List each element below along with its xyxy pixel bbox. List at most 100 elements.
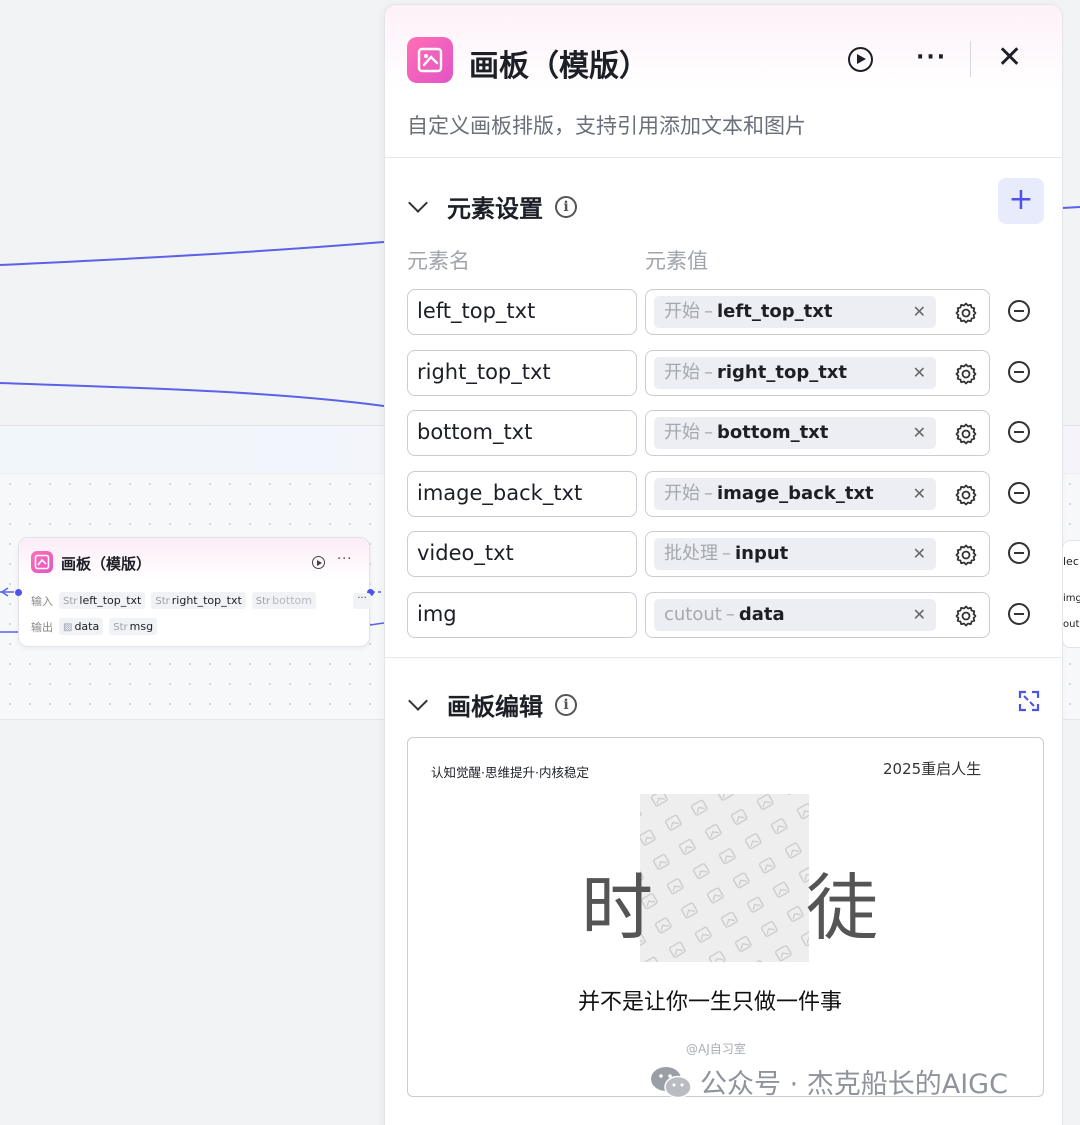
board-big-char-right[interactable]: 徒	[806, 868, 878, 948]
info-circle-icon[interactable]: i	[555, 195, 577, 218]
chevron-down-icon[interactable]	[408, 192, 428, 213]
clear-icon[interactable]: ✕	[913, 417, 926, 449]
clear-icon[interactable]: ✕	[913, 599, 926, 631]
expand-icon[interactable]	[1018, 690, 1040, 712]
image-placeholder[interactable]	[640, 794, 809, 962]
remove-element-button[interactable]	[1008, 481, 1030, 504]
variable-reference-tag[interactable]: cutout – data ✕	[654, 598, 936, 631]
element-name-input[interactable]: bottom_txt	[407, 410, 637, 456]
element-row: video_txt 批处理 – input ✕	[407, 531, 1047, 577]
node-title: 画板（模版）	[61, 555, 152, 573]
wechat-watermark: 公众号 · 杰克船长的AIGC	[650, 1062, 1008, 1101]
board-node-icon	[407, 37, 453, 83]
variable-source: 开始	[664, 482, 700, 504]
node-inputs-row: 输入 Str left_top_txt Str right_top_txt Str b…	[31, 592, 316, 609]
node-input-chip: Str left_top_txt	[59, 592, 146, 609]
variable-name: data	[738, 603, 785, 625]
add-element-button[interactable]: +	[998, 178, 1044, 224]
board-bottom-text[interactable]: 并不是让你一生只做一件事	[578, 984, 842, 1016]
input-port[interactable]	[15, 589, 22, 596]
node-settings-panel: 画板（模版） ··· ✕ 自定义画板排版，支持引用添加文本和图片 元素设置 i …	[384, 4, 1063, 1125]
variable-reference-tag[interactable]: 批处理 – input ✕	[654, 538, 936, 570]
section-title: 画板编辑	[447, 693, 543, 721]
variable-name: image_back_txt	[717, 482, 874, 504]
element-value-field[interactable]: 开始 – left_top_txt ✕	[645, 289, 990, 335]
gear-icon[interactable]	[954, 604, 978, 632]
remove-element-button[interactable]	[1008, 421, 1030, 443]
run-icon[interactable]	[312, 556, 325, 569]
element-name-input[interactable]: left_top_txt	[407, 289, 637, 335]
remove-element-button[interactable]	[1008, 542, 1030, 564]
image-placeholder-pattern	[640, 794, 809, 962]
element-row: image_back_txt 开始 – image_back_txt ✕	[407, 470, 1047, 517]
section-divider	[385, 657, 1062, 658]
remove-element-button[interactable]	[1008, 602, 1030, 625]
section-title: 元素设置	[447, 195, 543, 223]
variable-name: right_top_txt	[717, 361, 848, 383]
element-value-field[interactable]: 开始 – image_back_txt ✕	[645, 470, 990, 517]
element-value-field[interactable]: 批处理 – input ✕	[645, 531, 990, 577]
header-divider	[970, 41, 971, 77]
wechat-icon	[651, 1066, 692, 1098]
clear-icon[interactable]: ✕	[913, 538, 926, 570]
close-icon[interactable]: ✕	[997, 43, 1022, 73]
gear-icon[interactable]	[954, 483, 978, 511]
more-icon[interactable]: ···	[337, 552, 352, 567]
gear-icon[interactable]	[954, 301, 978, 329]
adjacent-node-output: out	[1063, 619, 1080, 630]
element-row: bottom_txt 开始 – bottom_txt ✕	[407, 410, 1047, 456]
remove-element-button[interactable]	[1008, 360, 1030, 383]
run-icon[interactable]	[848, 47, 873, 72]
element-value-field[interactable]: 开始 – right_top_txt ✕	[645, 349, 990, 396]
variable-source: 开始	[664, 422, 700, 443]
element-settings-header[interactable]: 元素设置 i	[407, 189, 577, 224]
board-node-icon	[31, 551, 53, 573]
variable-separator: –	[722, 543, 731, 564]
connection-line	[369, 622, 385, 626]
board-right-top-text[interactable]: 2025重启人生	[883, 758, 981, 779]
variable-source: 批处理	[664, 543, 718, 564]
adjacent-node-title: lec	[1063, 555, 1079, 568]
variable-reference-tag[interactable]: 开始 – left_top_txt ✕	[654, 296, 936, 328]
canvas-node-board[interactable]: 画板（模版） ··· 输入 Str left_top_txt Str right_t…	[15, 537, 374, 647]
node-input-chip: Str right_top_txt	[151, 592, 246, 609]
variable-reference-tag[interactable]: 开始 – bottom_txt ✕	[654, 417, 936, 449]
board-edit-header[interactable]: 画板编辑 i	[407, 687, 577, 722]
element-name-input[interactable]: image_back_txt	[407, 470, 637, 517]
panel-title: 画板（模版）	[469, 49, 649, 84]
variable-reference-tag[interactable]: 开始 – image_back_txt ✕	[654, 477, 936, 510]
variable-reference-tag[interactable]: 开始 – right_top_txt ✕	[654, 356, 936, 389]
node-inputs-more[interactable]: ···	[353, 593, 371, 609]
node-input-chip: Str bottom	[251, 592, 316, 609]
element-row: right_top_txt 开始 – right_top_txt ✕	[407, 349, 1047, 396]
board-left-top-text[interactable]: 认知觉醒·思维提升·内核稳定	[431, 762, 589, 781]
adjacent-node-input: img	[1063, 593, 1080, 604]
remove-element-button[interactable]	[1008, 300, 1030, 322]
board-big-char-left[interactable]: 时	[581, 868, 653, 948]
gear-icon[interactable]	[954, 362, 978, 390]
element-name-input[interactable]: img	[407, 591, 637, 638]
info-circle-icon[interactable]: i	[555, 693, 577, 716]
more-icon[interactable]: ···	[916, 45, 947, 70]
clear-icon[interactable]: ✕	[913, 478, 926, 510]
gear-icon[interactable]	[954, 543, 978, 571]
variable-name: input	[735, 543, 789, 564]
panel-description: 自定义画板排版，支持引用添加文本和图片	[407, 114, 806, 138]
clear-icon[interactable]: ✕	[913, 357, 926, 389]
element-row: left_top_txt 开始 – left_top_txt ✕	[407, 289, 1047, 335]
variable-source: 开始	[664, 301, 700, 322]
variable-source: cutout	[664, 603, 722, 625]
element-name-input[interactable]: right_top_txt	[407, 349, 637, 396]
gear-icon[interactable]	[954, 422, 978, 450]
element-value-field[interactable]: 开始 – bottom_txt ✕	[645, 410, 990, 456]
element-name-input[interactable]: video_txt	[407, 531, 637, 577]
chevron-down-icon[interactable]	[408, 690, 428, 711]
board-canvas-preview[interactable]: 认知觉醒·思维提升·内核稳定 2025重启人生 时 徒 并不是让你一生只做一件事…	[407, 737, 1044, 1097]
variable-source: 开始	[664, 361, 700, 383]
clear-icon[interactable]: ✕	[913, 296, 926, 328]
element-value-field[interactable]: cutout – data ✕	[645, 591, 990, 638]
adjacent-node-partial[interactable]: lec img out	[1062, 540, 1080, 648]
connection-line	[1061, 206, 1080, 209]
board-watermark: @AJ自习室	[686, 1042, 746, 1056]
variable-name: left_top_txt	[717, 301, 833, 322]
